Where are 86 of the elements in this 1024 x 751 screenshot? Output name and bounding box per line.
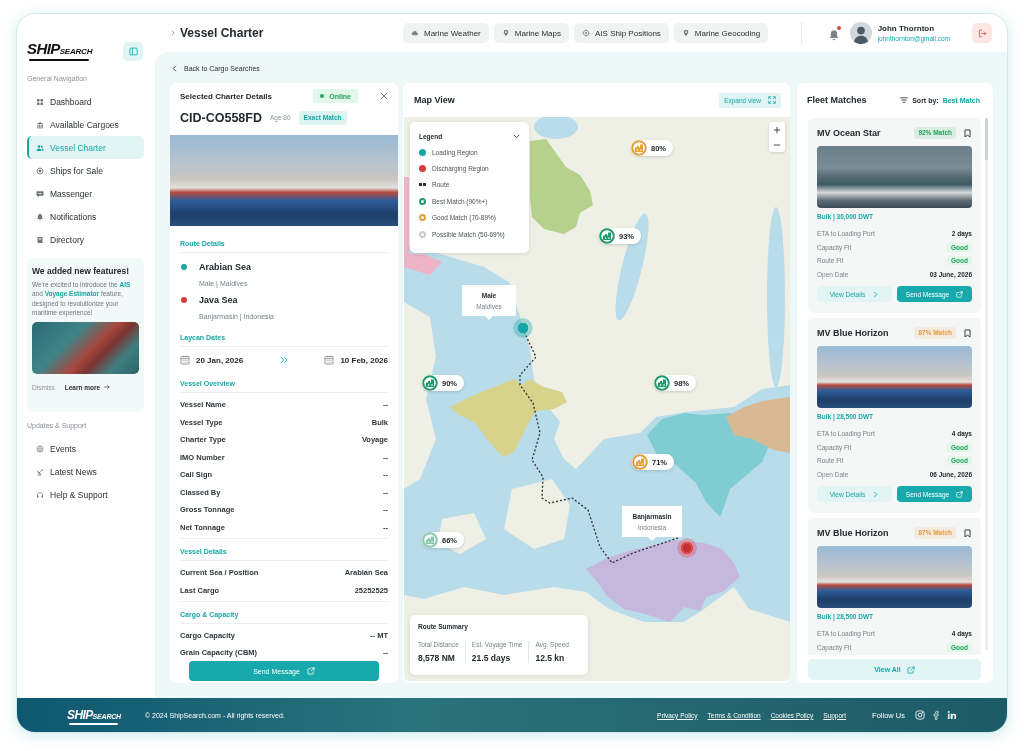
nav-item[interactable]: Events [27, 437, 144, 460]
double-chevron-icon [279, 356, 288, 364]
coin-icon [36, 166, 44, 175]
avatar-icon[interactable] [849, 22, 872, 44]
sort-icon [900, 96, 909, 104]
pin-icon [681, 29, 690, 37]
stat-value: 8,578 NM [418, 653, 456, 663]
chevron-right-icon [872, 490, 880, 498]
stat-value: 21.5 days [471, 653, 512, 663]
chevron-right-icon [872, 290, 880, 298]
headset-icon [36, 490, 44, 499]
zoom-in-button[interactable] [769, 122, 785, 137]
loading-location-icon[interactable] [513, 318, 533, 338]
instagram-icon[interactable] [915, 710, 925, 720]
page-title: Vessel Charter [180, 26, 264, 40]
route-sea: Java Sea [199, 295, 238, 305]
expand-icon [768, 96, 776, 104]
bank-icon [36, 120, 44, 129]
highlighted-region[interactable] [530, 139, 593, 234]
lake [534, 117, 578, 139]
panel-title: Selected Charter Details [180, 91, 273, 101]
external-link-icon [956, 290, 964, 298]
chevron-down-icon[interactable] [513, 132, 520, 140]
island [504, 479, 570, 549]
bell-icon [36, 212, 44, 221]
highlighted-region[interactable] [726, 397, 790, 453]
tool-tab[interactable]: AIS Ship Positions [574, 23, 669, 43]
close-button[interactable] [380, 92, 388, 101]
tool-tab[interactable]: Marine Geocoding [673, 23, 769, 43]
satellite-dish-icon [36, 467, 44, 476]
nav-item[interactable]: Available Cargoes [27, 113, 144, 136]
highlighted-region[interactable] [586, 540, 740, 622]
discharge-location-icon[interactable] [677, 538, 697, 558]
calendar-icon [180, 355, 190, 365]
nav-item[interactable]: Massenger [27, 182, 144, 205]
tool-tab[interactable]: Marine Weather [403, 23, 489, 43]
external-link-icon [906, 665, 915, 674]
vessel-name: MV Blue Horizon [817, 328, 889, 338]
bookmark-icon[interactable] [963, 328, 972, 338]
nav-item[interactable]: Latest News [27, 460, 144, 483]
tool-tab[interactable]: Marine Maps [493, 23, 569, 43]
close-icon [380, 92, 388, 101]
vessel-name: MV Blue Horizon [817, 528, 889, 538]
panel-title: Map View [414, 95, 455, 105]
pin-icon [501, 29, 510, 37]
scrollbar-thumb[interactable] [985, 118, 988, 160]
chevron-right-icon [170, 30, 176, 36]
collapse-sidebar-button[interactable] [123, 41, 143, 61]
chat-icon [36, 189, 44, 198]
grid-icon [36, 97, 44, 106]
book-icon [36, 235, 44, 244]
logout-icon [977, 28, 987, 38]
charter-id: CID-CO558FD [180, 110, 262, 125]
date-text: 10 Feb, 2026 [340, 355, 388, 365]
bell-icon[interactable] [827, 29, 840, 41]
stat-value: 12.5 kn [535, 653, 566, 663]
crosshair-icon [582, 29, 590, 37]
bookmark-icon[interactable] [963, 528, 972, 538]
facebook-icon[interactable] [931, 710, 941, 720]
date-text: 20 Jan, 2026 [196, 355, 244, 365]
nav-item[interactable]: Ships for Sale [27, 159, 144, 182]
arrow-right-icon [104, 384, 111, 391]
bookmark-icon[interactable] [963, 128, 972, 138]
external-link-icon [956, 490, 964, 498]
feature-card-title: We added new features! [32, 265, 131, 277]
linkedin-icon[interactable] [947, 710, 957, 720]
nav-item[interactable]: Help & Support [27, 483, 144, 506]
logout-button[interactable] [972, 23, 992, 43]
route-sea: Arabian Sea [199, 262, 252, 272]
user-name: John Thornton [877, 24, 936, 33]
vessel-name: MV Ocean Star [817, 128, 881, 138]
logo: SHIPSEARCH [27, 41, 93, 61]
status-dot-icon [320, 94, 325, 99]
nav-item[interactable]: Directory [27, 228, 144, 251]
zoom-out-button[interactable] [769, 137, 785, 152]
panel-title: Fleet Matches [807, 95, 867, 105]
users-icon [36, 143, 44, 152]
nav-item[interactable]: Dashboard [27, 90, 144, 113]
plus-icon [773, 125, 781, 134]
calendar-icon [324, 355, 335, 365]
sidebar-panel-icon [128, 46, 138, 56]
cloud-icon [411, 29, 419, 37]
external-link-icon [306, 667, 315, 675]
nav-item[interactable]: Notifications [27, 205, 144, 228]
chevron-left-icon [171, 64, 178, 72]
globe-icon [36, 444, 44, 453]
